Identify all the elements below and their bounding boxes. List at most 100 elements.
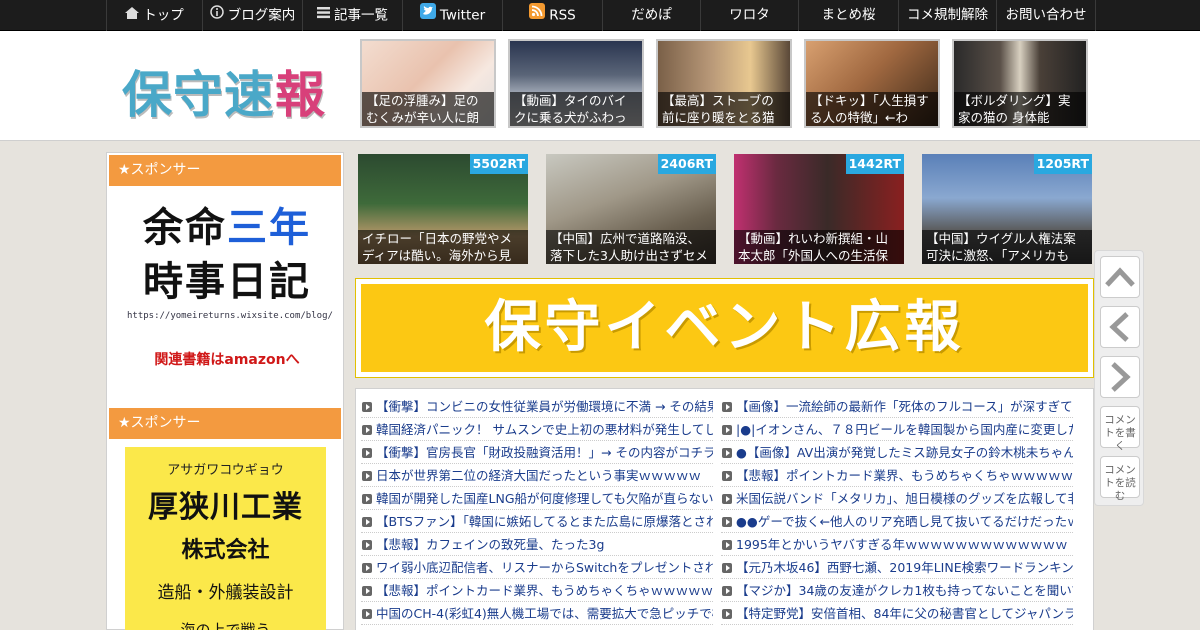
event-banner[interactable]: 保守イベント広報 xyxy=(355,278,1094,378)
nav-warota-label: ワロタ xyxy=(729,7,770,23)
ad1-amazon-link[interactable]: 関連書籍はamazonへ xyxy=(127,349,327,369)
scroll-top-button[interactable] xyxy=(1100,256,1140,298)
article-link[interactable]: 中国のCH-4(彩虹4)無人機工場では、需要拡大で急ピッチで機体を xyxy=(361,602,713,625)
nav-rss[interactable]: RSS xyxy=(502,0,602,31)
article-link-text: 韓国が開発した国産LNG船が何度修理しても欠陥が直らない異常事態 xyxy=(376,491,713,506)
article-link-text: ●●ゲーで抜く←他人のリア充晒し見て抜いてるだけだったｗｗｗ xyxy=(736,514,1073,529)
play-bullet-icon xyxy=(362,470,372,481)
article-link[interactable]: 韓国経済パニック！ サムスンで史上初の悪材料が発生してしまう xyxy=(361,418,713,441)
ad1-title-line1: 余命三年 xyxy=(127,201,327,255)
nav-matome-sakura-label: まとめ桜 xyxy=(821,7,876,23)
thumb-caption: 【足の浮腫み】足のむくみが辛い人に朗 xyxy=(362,92,494,126)
ad2-tagline: 海の上で戦う xyxy=(180,621,271,630)
top-nav: トップ ブログ案内 記事一覧 Twitter RSS だめぽ ワロタ まとめ桜 … xyxy=(0,0,1200,31)
article-link[interactable]: ●【画像】AV出演が発覚したミス跡見女子の鈴木桃未ちゃん、 xyxy=(721,441,1073,464)
article-link[interactable]: 【悲報】ポイントカード業界、もうめちゃくちゃｗｗｗｗｗｗｗｗ xyxy=(361,579,713,602)
play-bullet-icon xyxy=(722,608,732,619)
event-banner-text: 保守イベント広報 xyxy=(361,284,1088,372)
article-link-text: ●【画像】AV出演が発覚したミス跡見女子の鈴木桃未ちゃん、 xyxy=(736,445,1073,460)
ad2-company: 株式会社 xyxy=(181,538,270,563)
rt-article-card[interactable]: 1205RT 【中国】ウイグル人権法案可決に激怒、「アメリカも xyxy=(922,154,1092,264)
rt-count-badge: 5502RT xyxy=(469,154,528,174)
thumb-caption: 【動画】タイのバイクに乗る犬がふわっ xyxy=(510,92,642,126)
article-link[interactable]: 【BTSファン】「韓国に嫉妬してるとまた広島に原爆落とされるよ xyxy=(361,510,713,533)
rt-article-card[interactable]: 1442RT 【動画】れいわ新撰組・山本太郎「外国人への生活保 xyxy=(734,154,904,264)
article-link[interactable]: 【元乃木坂46】西野七瀬、2019年LINE検索ワードランキングで1位 xyxy=(721,556,1073,579)
twitter-icon xyxy=(419,0,436,31)
ad-yomei-sannen[interactable]: 余命三年 時事日記 https://yomeireturns.wixsite.c… xyxy=(127,201,333,369)
nav-warota[interactable]: ワロタ xyxy=(700,0,798,31)
play-bullet-icon xyxy=(722,424,732,435)
nav-contact[interactable]: お問い合わせ xyxy=(996,0,1096,31)
header-article-thumb[interactable]: 【足の浮腫み】足のむくみが辛い人に朗 xyxy=(360,39,496,128)
article-link[interactable]: 日本が世界第二位の経済大国だったという事実ｗｗｗｗｗ xyxy=(361,464,713,487)
ad1-title-line2: 時事日記 xyxy=(143,259,311,305)
play-bullet-icon xyxy=(362,401,372,412)
play-bullet-icon xyxy=(722,539,732,550)
article-link[interactable]: ワイ弱小底辺配信者、リスナーからSwitchをプレゼントされてしまう xyxy=(361,556,713,579)
previous-article-button[interactable] xyxy=(1100,306,1140,348)
article-link[interactable]: 【画像】一流絵師の最新作「死体のフルコース」が深すぎて9万いいね xyxy=(721,395,1073,418)
article-link-text: 【BTSファン】「韓国に嫉妬してるとまた広島に原爆落とされるよ xyxy=(376,514,713,529)
article-link[interactable]: 【衝撃】コンビニの女性従業員が労働環境に不満 → その結果ｗｗ xyxy=(361,395,713,418)
ad1-title-a: 余命 xyxy=(143,205,227,251)
article-link-text: 1995年とかいうヤバすぎる年ｗｗｗｗｗｗｗｗｗｗｗｗｗ xyxy=(736,537,1068,552)
rss-icon xyxy=(529,0,546,31)
ad-asagawa-kogyo[interactable]: アサガワコウギョウ 厚狭川工業 株式会社 造船・外艤装設計 海の上で戦う xyxy=(125,447,326,630)
play-bullet-icon xyxy=(722,401,732,412)
article-link-text: 中国のCH-4(彩虹4)無人機工場では、需要拡大で急ピッチで機体を xyxy=(376,606,713,621)
header-article-thumb[interactable]: 【ドキッ】「人生損する人の特徴」←わ xyxy=(804,39,940,128)
rt-article-card[interactable]: 5502RT イチロー「日本の野党やメディアは酷い。海外から見 xyxy=(358,154,528,264)
home-icon xyxy=(125,0,140,31)
read-comment-button[interactable]: コメントを読む xyxy=(1100,456,1140,502)
nav-comment-unban[interactable]: コメ規制解除 xyxy=(898,0,996,31)
rt-caption: 【動画】れいわ新撰組・山本太郎「外国人への生活保 xyxy=(734,230,904,264)
chevron-up-icon xyxy=(1103,267,1137,297)
nav-blog-guide[interactable]: ブログ案内 xyxy=(202,0,302,31)
article-link-text: ワイ弱小底辺配信者、リスナーからSwitchをプレゼントされてしまう xyxy=(376,560,713,575)
rt-article-card[interactable]: 2406RT 【中国】広州で道路陥没、落下した3人助け出さずセメ xyxy=(546,154,716,264)
header-article-thumb[interactable]: 【動画】タイのバイクに乗る犬がふわっ xyxy=(508,39,644,128)
play-bullet-icon xyxy=(722,562,732,573)
write-comment-button[interactable]: コメントを書く xyxy=(1100,406,1140,452)
chevron-right-icon xyxy=(1103,362,1137,397)
link-column-left: 【衝撃】コンビニの女性従業員が労働環境に不満 → その結果ｗｗ 韓国経済パニック！… xyxy=(361,395,713,625)
ad1-url: https://yomeireturns.wixsite.com/blog/ xyxy=(127,311,333,321)
article-link-text: 【悲報】ポイントカード業界、もうめちゃくちゃｗｗｗｗｗｗｗｗ xyxy=(376,583,713,598)
article-link[interactable]: 韓国が開発した国産LNG船が何度修理しても欠陥が直らない異常事態 xyxy=(361,487,713,510)
write-comment-label: コメントを書く xyxy=(1104,414,1136,452)
article-link-text: 韓国経済パニック！ サムスンで史上初の悪材料が発生してしまう xyxy=(376,422,713,437)
next-article-button[interactable] xyxy=(1100,356,1140,398)
header-article-thumb[interactable]: 【ボルダリング】実家の猫の 身体能 xyxy=(952,39,1088,128)
thumb-caption: 【ボルダリング】実家の猫の 身体能 xyxy=(954,92,1086,126)
rt-count-badge: 2406RT xyxy=(657,154,716,174)
play-bullet-icon xyxy=(362,447,372,458)
header-article-thumb[interactable]: 【最高】ストーブの前に座り暖をとる猫 xyxy=(656,39,792,128)
nav-damepo[interactable]: だめぽ xyxy=(602,0,700,31)
article-link[interactable]: 1995年とかいうヤバすぎる年ｗｗｗｗｗｗｗｗｗｗｗｗｗ xyxy=(721,533,1073,556)
nav-article-list[interactable]: 記事一覧 xyxy=(302,0,402,31)
play-bullet-icon xyxy=(362,562,372,573)
list-icon xyxy=(317,0,330,31)
article-link[interactable]: 【特定野党】安倍首相、84年に父の秘書官としてジャパンライフ xyxy=(721,602,1073,625)
article-link-text: 【マジか】34歳の友達がクレカ1枚も持ってないことを聞いて衝撃 xyxy=(736,583,1073,598)
logo-main: 保守速 xyxy=(122,66,275,124)
site-logo[interactable]: 保守速報 xyxy=(122,55,326,127)
article-link[interactable]: ●●ゲーで抜く←他人のリア充晒し見て抜いてるだけだったｗｗｗ xyxy=(721,510,1073,533)
article-link[interactable]: 米国伝説バンド「メタリカ」、旭日模様のグッズを広報して非難 xyxy=(721,487,1073,510)
article-link-text: 米国伝説バンド「メタリカ」、旭日模様のグッズを広報して非難 xyxy=(736,491,1073,506)
chevron-left-icon xyxy=(1103,312,1137,347)
article-link[interactable]: |●|イオンさん、７８円ビールを韓国製から国内産に変更した結果ｗｗ xyxy=(721,418,1073,441)
article-link[interactable]: 【悲報】ポイントカード業界、もうめちゃくちゃｗｗｗｗｗｗｗｗ xyxy=(721,464,1073,487)
nav-top-label: トップ xyxy=(143,7,184,24)
article-link[interactable]: 【衝撃】官房長官「財政投融資活用！」→ その内容がコチラｗｗｗ xyxy=(361,441,713,464)
ad2-business: 造船・外艤装設計 xyxy=(157,583,294,603)
nav-blog-guide-label: ブログ案内 xyxy=(227,7,296,24)
article-link[interactable]: 【悲報】カフェインの致死量、たった3g xyxy=(361,533,713,556)
nav-matome-sakura[interactable]: まとめ桜 xyxy=(798,0,898,31)
play-bullet-icon xyxy=(362,608,372,619)
article-link[interactable]: 【マジか】34歳の友達がクレカ1枚も持ってないことを聞いて衝撃 xyxy=(721,579,1073,602)
article-link-text: 【衝撃】コンビニの女性従業員が労働環境に不満 → その結果ｗｗ xyxy=(376,399,713,414)
nav-top[interactable]: トップ xyxy=(106,0,202,31)
nav-twitter[interactable]: Twitter xyxy=(402,0,502,31)
